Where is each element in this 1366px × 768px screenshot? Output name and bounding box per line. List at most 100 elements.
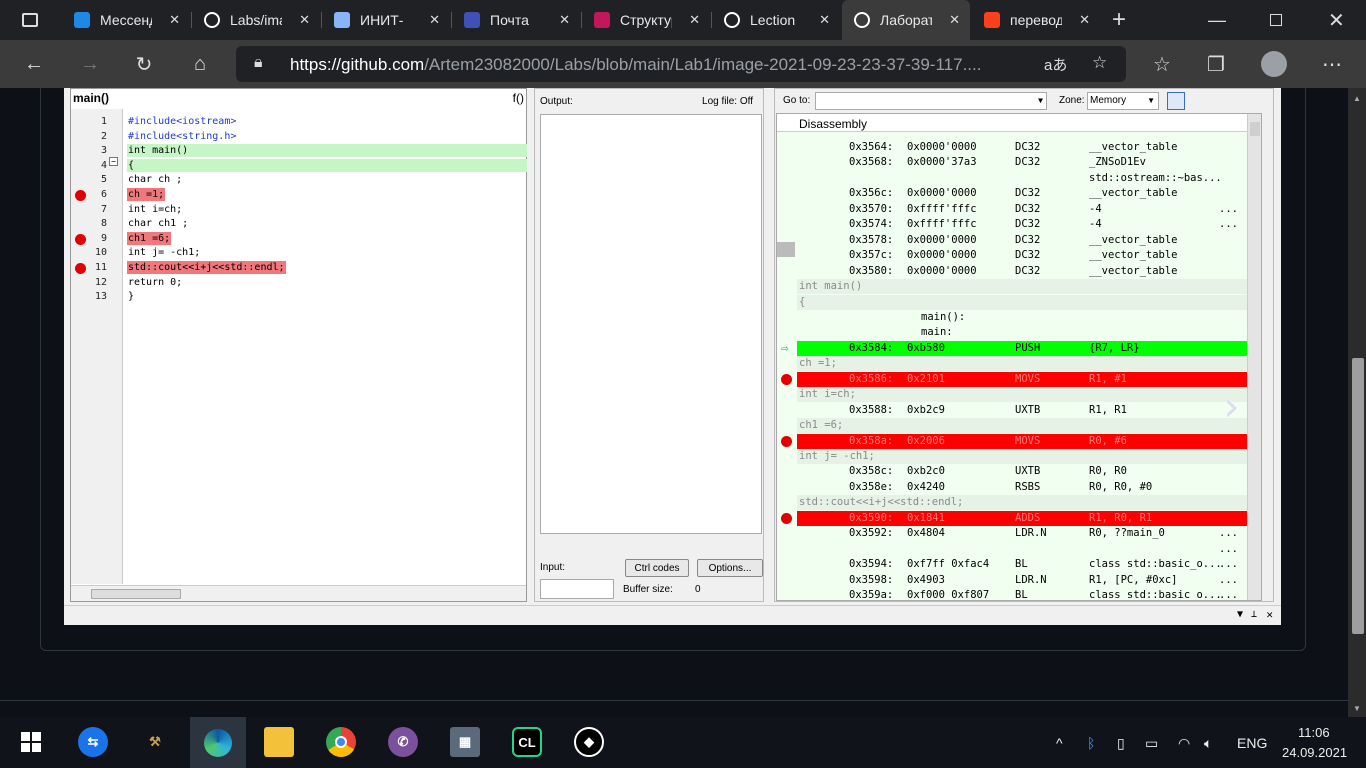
tab-actions-button[interactable]: [0, 0, 60, 40]
code-line[interactable]: std::cout<<i+j<<std::endl;: [127, 261, 286, 274]
close-tab-icon[interactable]: ✕: [559, 12, 570, 28]
editor-hscroll-thumb[interactable]: [91, 589, 181, 599]
favorites-button[interactable]: ☆: [1148, 50, 1176, 78]
app-icon[interactable]: ⚒: [140, 727, 170, 757]
close-tab-icon[interactable]: ✕: [689, 12, 700, 28]
clock-date[interactable]: 24.09.2021: [1282, 745, 1347, 760]
scroll-thumb[interactable]: [1352, 358, 1364, 634]
scroll-up-icon[interactable]: ▲: [1353, 94, 1361, 103]
close-tab-icon[interactable]: ✕: [819, 12, 830, 28]
editor-hscroll[interactable]: [71, 585, 526, 601]
ctrl-codes-button[interactable]: Ctrl codes: [625, 559, 689, 577]
source-line[interactable]: ch =1;: [797, 356, 1249, 372]
instruction-row[interactable]: 0x3574: 0xffff'fffc DC32 -4...: [797, 217, 1249, 232]
read-aloud-icon[interactable]: aあ: [1044, 54, 1067, 75]
clock-time[interactable]: 11:06: [1298, 725, 1330, 740]
tab-4[interactable]: Почта ✕: [452, 0, 580, 40]
instruction-row[interactable]: 0x3598: 0x4903 LDR.N R1, [PC, #0xc]...: [797, 573, 1249, 588]
minimize-button[interactable]: —: [1208, 0, 1238, 40]
edge-taskbar-button[interactable]: [190, 717, 246, 768]
breakpoint-icon[interactable]: [75, 263, 86, 274]
instruction-row[interactable]: 0x356c: 0x0000'0000 DC32 __vector_table: [797, 186, 1249, 201]
tab-8[interactable]: перевод ✕: [972, 0, 1100, 40]
tab-1[interactable]: Мессенджер ✕: [62, 0, 190, 40]
close-window-button[interactable]: ✕: [1328, 0, 1358, 40]
label-line[interactable]: main():: [797, 310, 1249, 325]
function-button[interactable]: f(): [513, 91, 524, 105]
add-favorite-icon[interactable]: ☆: [1092, 53, 1107, 73]
tab-3[interactable]: ИНИТ- ✕: [322, 0, 450, 40]
usb-icon[interactable]: ▯: [1117, 735, 1125, 752]
code-line[interactable]: return 0;: [127, 276, 183, 289]
dropdown-icon[interactable]: ▼: [1237, 609, 1243, 620]
breakpoint-icon[interactable]: [781, 512, 792, 524]
code-line[interactable]: int main(): [127, 144, 527, 158]
close-tab-icon[interactable]: ✕: [429, 12, 440, 28]
bluetooth-icon[interactable]: ᛒ: [1087, 735, 1095, 751]
tab-6[interactable]: Lection ✕: [712, 0, 840, 40]
url-text[interactable]: https://github.com/Artem23082000/Labs/bl…: [290, 55, 1020, 75]
instruction-row[interactable]: 0x3592: 0x4804 LDR.N R0, ??main_0...: [797, 526, 1249, 541]
instruction-row[interactable]: 0x357c: 0x0000'0000 DC32 __vector_table: [797, 248, 1249, 263]
instruction-row[interactable]: 0x3578: 0x0000'0000 DC32 __vector_table: [797, 233, 1249, 248]
start-button[interactable]: [16, 727, 46, 757]
label-line[interactable]: main:: [797, 325, 1249, 340]
instruction-row[interactable]: 0x3568: 0x0000'37a3 DC32 _ZNSoD1Ev: [797, 155, 1249, 170]
breakpoint-icon[interactable]: [781, 373, 792, 385]
source-line[interactable]: int j= -ch1;: [797, 449, 1249, 464]
new-tab-button[interactable]: +: [1112, 0, 1142, 40]
source-line[interactable]: int i=ch;: [797, 387, 1249, 403]
toggle-mixed-mode-icon[interactable]: [1167, 92, 1185, 110]
maximize-button[interactable]: [1270, 0, 1300, 40]
source-line[interactable]: {: [797, 294, 1249, 310]
tab-7[interactable]: Лаборат ✕: [842, 0, 970, 40]
breakpoint-icon[interactable]: [75, 233, 86, 245]
code-line[interactable]: char ch ;: [127, 173, 183, 186]
close-tab-icon[interactable]: ✕: [169, 12, 180, 28]
close-tab-icon[interactable]: ✕: [949, 12, 960, 28]
tab-5[interactable]: Структура ✕: [582, 0, 710, 40]
instruction-row[interactable]: 0x358c: 0xb2c0 UXTB R0, R0: [797, 464, 1249, 479]
code-line[interactable]: {: [127, 158, 527, 172]
wifi-icon[interactable]: ◠: [1178, 735, 1190, 752]
language-indicator[interactable]: ENG: [1237, 735, 1267, 751]
file-explorer-icon[interactable]: [264, 727, 294, 757]
code-line[interactable]: #include<string.h>: [127, 130, 237, 143]
breakpoint-icon[interactable]: [75, 190, 86, 201]
code-line[interactable]: ch =1;: [127, 188, 166, 201]
options-button[interactable]: Options...: [697, 559, 763, 577]
code-line[interactable]: char ch1 ;: [127, 217, 189, 230]
instruction-row[interactable]: 0x3590: 0x1841 ADDS R1, R0, R1: [797, 510, 1249, 526]
instruction-row[interactable]: 0x3588: 0xb2c9 UXTB R1, R1: [797, 403, 1249, 418]
instruction-row[interactable]: 0x359a: 0xf000 0xf807 BL class std::basic_o…: [797, 588, 1249, 600]
page-scrollbar[interactable]: ▲ ▼: [1348, 88, 1366, 717]
breakpoint-icon[interactable]: [781, 435, 792, 447]
zone-select[interactable]: Memory ▼: [1087, 92, 1159, 110]
source-line[interactable]: ch1 =6;: [797, 418, 1249, 434]
home-button[interactable]: ⌂: [186, 50, 214, 78]
url-box[interactable]: 🔒︎ https://github.com/Artem23082000/Labs…: [236, 46, 1126, 82]
instruction-row[interactable]: 0x3580: 0x0000'0000 DC32 __vector_table: [797, 264, 1249, 279]
tab-2[interactable]: Labs/image ✕: [192, 0, 320, 40]
tray-expand-icon[interactable]: ^: [1056, 735, 1063, 751]
forward-button[interactable]: →: [76, 50, 104, 78]
disassembly-view[interactable]: Disassembly 0x3564: 0x0000'0000 DC32 __vect…: [776, 113, 1262, 601]
instruction-row[interactable]: ...: [797, 542, 1249, 557]
chrome-icon[interactable]: [326, 727, 356, 757]
pin-icon[interactable]: ⊥: [1251, 609, 1257, 620]
source-line[interactable]: std::cout<<i+j<<std::endl;: [797, 495, 1249, 511]
fold-toggle-icon[interactable]: −: [109, 157, 118, 166]
close-tab-icon[interactable]: ✕: [299, 12, 310, 28]
instruction-row[interactable]: 0x3594: 0xf7ff 0xfac4 BL class std::basic_o…: [797, 557, 1249, 572]
input-field[interactable]: [540, 579, 614, 599]
disassembly-vscroll[interactable]: [1247, 114, 1261, 600]
instruction-row[interactable]: std::ostream::~bas...: [797, 171, 1249, 186]
close-tab-icon[interactable]: ✕: [1079, 12, 1090, 28]
calculator-icon[interactable]: ▦: [450, 727, 480, 757]
viber-icon[interactable]: ✆: [388, 727, 418, 757]
code-line[interactable]: }: [127, 290, 135, 303]
next-chevron-icon[interactable]: ›: [1219, 384, 1243, 430]
instruction-row[interactable]: 0x3570: 0xffff'fffc DC32 -4...: [797, 202, 1249, 217]
instruction-row[interactable]: 0x3584: 0xb580 PUSH {R7, LR}: [797, 340, 1249, 356]
teamviewer-icon[interactable]: ⇆: [78, 727, 108, 757]
